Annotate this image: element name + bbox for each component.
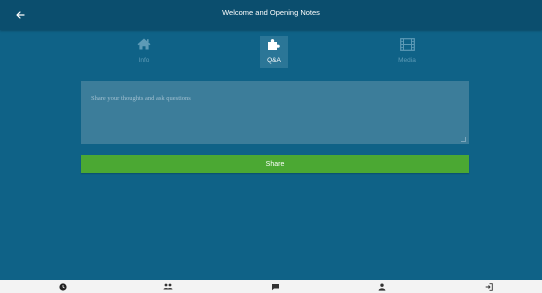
bottom-nav — [0, 280, 542, 293]
people-icon — [163, 283, 173, 290]
tab-media-label: Media — [398, 57, 416, 64]
clock-icon — [59, 282, 67, 291]
puzzle-icon — [266, 36, 282, 52]
nav-logout[interactable] — [482, 282, 496, 291]
film-icon — [399, 36, 415, 52]
logout-icon — [485, 282, 493, 291]
tab-qa[interactable]: Q&A — [260, 36, 288, 68]
tab-info[interactable]: Info — [130, 36, 158, 68]
nav-profile[interactable] — [375, 282, 389, 291]
nav-attendees[interactable] — [161, 282, 175, 291]
nav-messages[interactable] — [268, 282, 282, 291]
tab-info-label: Info — [138, 57, 150, 64]
tab-bar: Info Q&A Media — [0, 30, 542, 70]
resize-grip-icon[interactable] — [461, 137, 466, 142]
home-icon — [136, 36, 152, 52]
top-bar: Welcome and Opening Notes — [0, 0, 542, 30]
person-icon — [378, 283, 386, 291]
page-title: Welcome and Opening Notes — [222, 8, 320, 17]
nav-schedule[interactable] — [56, 282, 70, 291]
tab-media[interactable]: Media — [393, 36, 421, 68]
share-button[interactable]: Share — [81, 155, 469, 173]
chat-icon — [271, 283, 279, 290]
tab-qa-label: Q&A — [267, 57, 281, 64]
question-input[interactable] — [81, 81, 469, 144]
